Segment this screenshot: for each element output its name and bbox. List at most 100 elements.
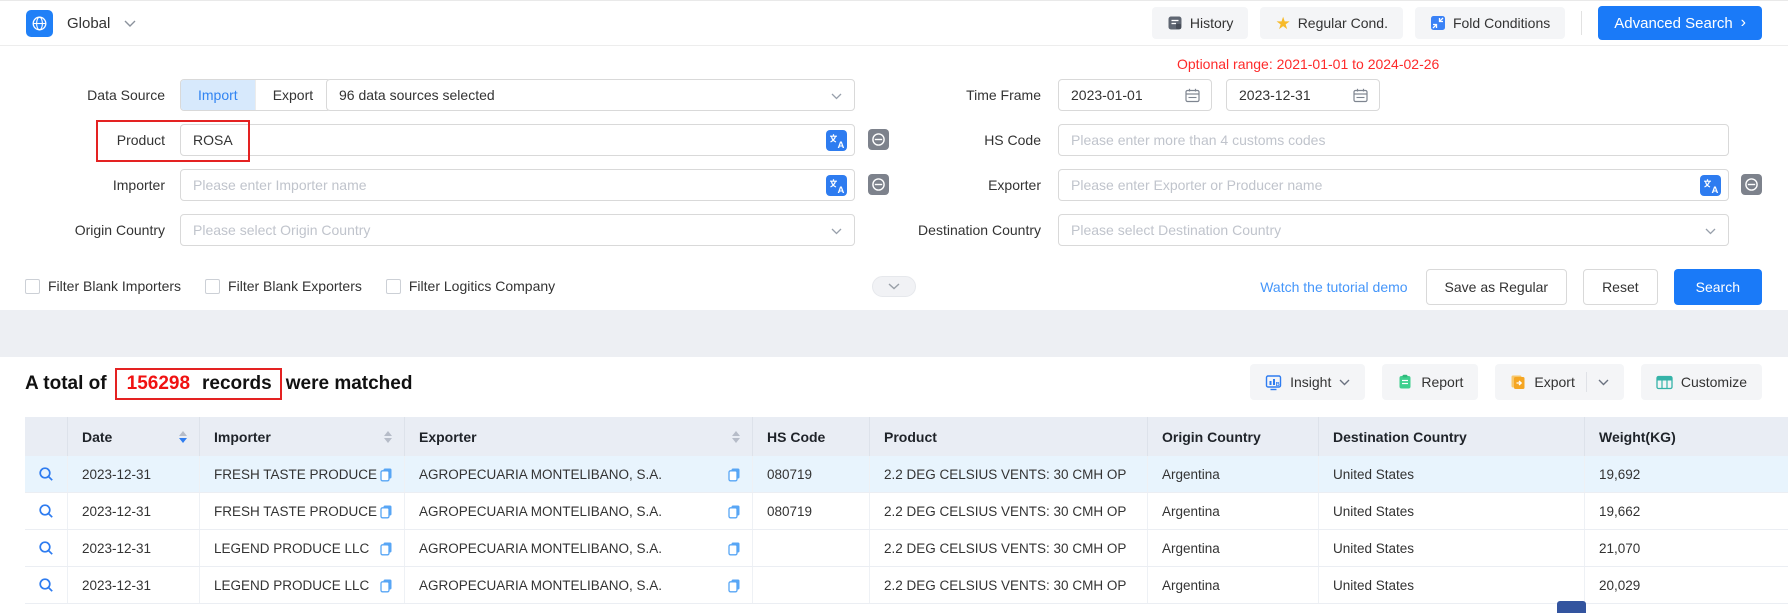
header-weight: Weight(KG) [1585,417,1788,456]
region-selector-label[interactable]: Global [67,15,110,32]
star-icon: ★ [1275,15,1290,32]
customize-icon [1656,375,1673,390]
exporter-input[interactable]: A [1058,169,1729,201]
results-actions: BI Insight Report Export [1250,364,1762,400]
product-input[interactable]: A [180,124,855,156]
row-detail-cell[interactable] [25,567,68,603]
weight-cell: 21,070 [1585,530,1788,566]
search-detail-icon[interactable] [38,577,55,594]
importer-label: Importer [0,169,165,201]
header-importer[interactable]: Importer [200,417,405,456]
results-section: A total of 156298 records were matched B… [0,357,1788,613]
insight-icon: BI [1265,374,1282,391]
insight-label: Insight [1290,374,1331,390]
table-row[interactable]: 2023-12-31 FRESH TASTE PRODUCE AGROPECUA… [25,456,1788,493]
row-detail-cell[interactable] [25,456,68,492]
search-detail-icon[interactable] [38,503,55,520]
data-source-label: Data Source [0,79,165,111]
header-product: Product [870,417,1148,456]
hs-code-input[interactable] [1058,124,1729,156]
copy-icon[interactable] [379,504,394,519]
translate-icon[interactable]: A [826,175,847,201]
product-cell: 2.2 DEG CELSIUS VENTS: 30 CMH OP [870,530,1148,566]
exclude-icon[interactable] [1741,174,1762,200]
date-cell: 2023-12-31 [68,456,200,492]
scrollbar-thumb-fragment[interactable] [1557,601,1586,613]
weight-cell: 19,692 [1585,456,1788,492]
exporter-cell: AGROPECUARIA MONTELIBANO, S.A. [405,567,753,603]
end-date-value [1227,80,1432,110]
history-button[interactable]: History [1152,7,1249,39]
tutorial-demo-link[interactable]: Watch the tutorial demo [1260,279,1407,295]
data-source-toggle: Import Export [180,79,331,111]
product-label: Product [0,124,165,156]
fold-conditions-label: Fold Conditions [1453,15,1550,31]
search-button[interactable]: Search [1674,269,1762,305]
save-as-regular-button[interactable]: Save as Regular [1426,269,1568,305]
export-tab[interactable]: Export [255,80,330,110]
weight-cell: 20,029 [1585,567,1788,603]
chevron-right-icon: › [1741,15,1746,31]
exporter-label: Exporter [876,169,1041,201]
reset-button[interactable]: Reset [1583,269,1658,305]
row-detail-cell[interactable] [25,493,68,529]
data-sources-select[interactable]: 96 data sources selected [326,79,855,111]
header-destination-country: Destination Country [1319,417,1585,456]
chevron-down-icon [1339,379,1350,386]
hs-code-cell: 080719 [753,493,870,529]
origin-cell: Argentina [1148,567,1319,603]
table-row[interactable]: 2023-12-31 FRESH TASTE PRODUCE AGROPECUA… [25,493,1788,530]
exporter-cell: AGROPECUARIA MONTELIBANO, S.A. [405,493,753,529]
origin-cell: Argentina [1148,530,1319,566]
translate-icon[interactable]: A [1700,175,1721,201]
product-cell: 2.2 DEG CELSIUS VENTS: 30 CMH OP [870,456,1148,492]
row-detail-cell[interactable] [25,530,68,566]
importer-input[interactable]: A [180,169,855,201]
sort-arrows-exporter[interactable] [732,431,740,443]
table-row[interactable]: 2023-12-31 LEGEND PRODUCE LLC AGROPECUAR… [25,567,1788,604]
origin-country-select[interactable] [180,214,855,246]
copy-icon[interactable] [727,578,742,593]
header-exporter[interactable]: Exporter [405,417,753,456]
insight-button[interactable]: BI Insight [1250,364,1365,400]
advanced-search-button[interactable]: Advanced Search › [1598,6,1762,40]
search-detail-icon[interactable] [38,540,55,557]
results-table: Date Importer Exporter HS Code Product O… [25,417,1788,604]
copy-icon[interactable] [727,504,742,519]
chevron-down-icon[interactable] [124,20,136,27]
copy-icon[interactable] [379,467,394,482]
origin-cell: Argentina [1148,493,1319,529]
destination-cell: United States [1319,456,1585,492]
exporter-cell: AGROPECUARIA MONTELIBANO, S.A. [405,456,753,492]
fold-conditions-button[interactable]: Fold Conditions [1415,7,1565,39]
translate-icon[interactable]: A [826,130,847,156]
report-button[interactable]: Report [1382,364,1478,400]
copy-icon[interactable] [727,467,742,482]
end-date-input[interactable] [1226,79,1380,111]
history-icon [1167,15,1183,31]
records-word: records [202,373,272,395]
export-icon [1510,374,1526,390]
date-cell: 2023-12-31 [68,493,200,529]
sort-arrows-date[interactable] [179,431,187,443]
destination-country-select[interactable] [1058,214,1729,246]
start-date-input[interactable] [1058,79,1212,111]
importer-field [181,170,854,200]
topbar-divider [1581,11,1582,35]
customize-label: Customize [1681,374,1747,390]
sort-arrows-importer[interactable] [384,431,392,443]
customize-button[interactable]: Customize [1641,364,1762,400]
copy-icon[interactable] [727,541,742,556]
import-tab[interactable]: Import [181,80,255,110]
app-logo [26,10,53,37]
table-row[interactable]: 2023-12-31 LEGEND PRODUCE LLC AGROPECUAR… [25,530,1788,567]
time-frame-label: Time Frame [876,79,1041,111]
chevron-down-icon[interactable] [1598,379,1609,386]
header-detail-column [25,417,68,456]
export-button[interactable]: Export [1495,364,1623,400]
search-detail-icon[interactable] [38,466,55,483]
copy-icon[interactable] [379,541,394,556]
header-date[interactable]: Date [68,417,200,456]
copy-icon[interactable] [379,578,394,593]
regular-cond-button[interactable]: ★ Regular Cond. [1260,7,1403,39]
